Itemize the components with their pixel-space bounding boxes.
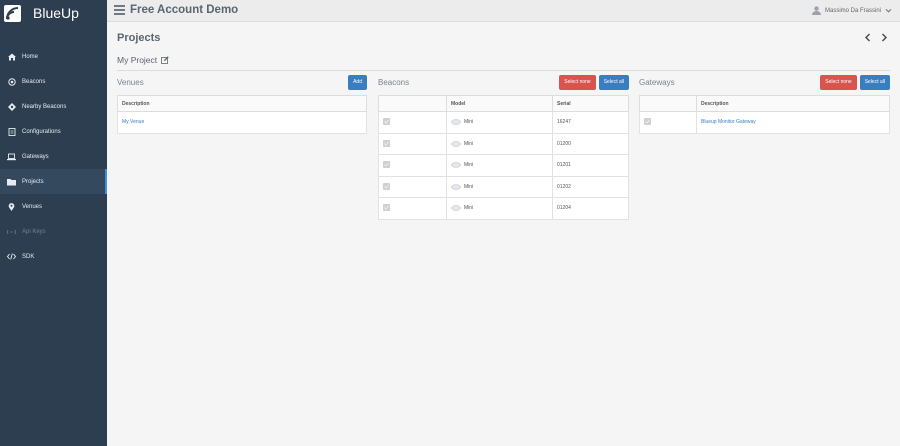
beacon-device-icon	[451, 184, 461, 190]
sidebar-item-label: Nearby Beacons	[22, 103, 67, 110]
table-row[interactable]: Mini 01201	[378, 154, 629, 177]
sidebar-item-gateways[interactable]: Gateways	[0, 144, 107, 169]
beacon-device-icon	[451, 141, 461, 147]
sidebar-item-label: Gateways	[22, 153, 49, 160]
column-header: Description	[117, 95, 367, 112]
row-checkbox[interactable]	[383, 118, 390, 126]
divider	[117, 70, 890, 71]
beacon-device-icon	[451, 162, 461, 168]
gateways-panel: Gateways Select none Select all Descript…	[639, 73, 890, 134]
top-bar: Free Account Demo Massimo Da Frassini	[107, 0, 900, 22]
column-header	[639, 95, 697, 112]
table-row[interactable]: Blueup Monitor Gateway	[639, 111, 890, 134]
hamburger-menu-icon[interactable]	[114, 5, 125, 16]
sidebar-item-home[interactable]: Home	[0, 44, 107, 69]
key-icon	[7, 227, 16, 236]
code-icon	[7, 252, 16, 261]
beacon-serial: 01200	[552, 132, 629, 155]
sidebar-item-sdk[interactable]: SDK	[0, 244, 107, 269]
blueup-logo-icon	[4, 4, 21, 22]
gateways-select-all-button[interactable]: Select all	[859, 74, 890, 90]
gateway-link[interactable]: Blueup Monitor Gateway	[701, 119, 756, 125]
beacons-select-none-button[interactable]: Select none	[559, 74, 596, 90]
sidebar-item-label: Home	[22, 53, 39, 60]
venues-title: Venues	[117, 77, 144, 87]
sidebar-item-label: Projects	[22, 178, 44, 185]
edit-icon[interactable]	[161, 56, 169, 64]
brand-name: BlueUp	[33, 5, 79, 21]
sidebar-item-label: Api Keys	[22, 228, 46, 235]
table-row[interactable]: Mini 16247	[378, 111, 629, 134]
gateways-table: Description Blueup Monitor Gateway	[639, 95, 890, 134]
table-row[interactable]: Mini 01204	[378, 197, 629, 220]
beacon-device-icon	[451, 119, 461, 125]
app-title: Free Account Demo	[130, 4, 239, 16]
column-header: Description	[696, 95, 890, 112]
beacon-device-icon	[451, 205, 461, 211]
venues-panel: Venues Add Description My Venue	[117, 73, 367, 134]
sidebar-item-label: Beacons	[22, 78, 46, 85]
sidebar-item-nearby-beacons[interactable]: Nearby Beacons	[0, 94, 107, 119]
sidebar-item-projects[interactable]: Projects	[0, 169, 107, 194]
beacon-serial: 16247	[552, 111, 629, 134]
sidebar-item-api-keys[interactable]: Api Keys	[0, 219, 107, 244]
chevron-right-icon[interactable]	[880, 33, 888, 42]
beacon-model: Mini	[464, 140, 474, 147]
beacons-select-all-button[interactable]: Select all	[598, 74, 629, 90]
row-checkbox[interactable]	[383, 204, 390, 212]
column-header	[378, 95, 447, 112]
table-row[interactable]: Mini 01200	[378, 132, 629, 155]
user-name: Massimo Da Frassini	[824, 7, 881, 14]
row-checkbox[interactable]	[383, 139, 390, 147]
venues-table: Description My Venue	[117, 95, 367, 134]
beacon-model: Mini	[464, 205, 474, 212]
beacons-table: Model Serial Mini 16247 Mini 01200 Mini …	[378, 95, 629, 220]
gateways-select-none-button[interactable]: Select none	[820, 74, 857, 90]
beacon-serial: 01204	[552, 197, 629, 220]
sidebar-item-beacons[interactable]: Beacons	[0, 69, 107, 94]
add-venue-button[interactable]: Add	[348, 74, 367, 90]
chevron-left-icon[interactable]	[864, 33, 872, 42]
sidebar-nav: Home Beacons Nearby Beacons Configuratio…	[0, 44, 107, 269]
beacons-title: Beacons	[378, 77, 410, 87]
nearby-icon	[7, 102, 16, 111]
user-menu[interactable]: Massimo Da Frassini	[811, 6, 892, 15]
row-checkbox[interactable]	[644, 118, 651, 126]
sidebar-item-label: Venues	[22, 203, 43, 210]
row-checkbox[interactable]	[383, 182, 390, 190]
home-icon	[7, 52, 16, 61]
table-row[interactable]: Mini 01202	[378, 175, 629, 198]
beacons-panel: Beacons Select none Select all Model Ser…	[378, 73, 629, 220]
gateways-title: Gateways	[639, 77, 675, 87]
venue-link[interactable]: My Venue	[122, 119, 144, 125]
beacon-icon	[7, 77, 16, 86]
map-pin-icon	[7, 202, 16, 211]
main-content: Projects My Project Venues Add Descripti…	[107, 23, 900, 446]
project-name-text: My Project	[117, 55, 158, 65]
user-avatar-icon	[811, 6, 821, 15]
beacon-model: Mini	[464, 162, 474, 169]
column-header: Serial	[552, 95, 629, 112]
folder-icon	[7, 177, 16, 186]
beacon-model: Mini	[464, 183, 474, 190]
beacon-serial: 01202	[552, 175, 629, 198]
sidebar-item-venues[interactable]: Venues	[0, 194, 107, 219]
sidebar-item-configurations[interactable]: Configurations	[0, 119, 107, 144]
sidebar-item-label: Configurations	[22, 128, 61, 135]
beacon-serial: 01201	[552, 154, 629, 177]
chevron-down-icon	[885, 8, 892, 13]
project-name: My Project	[117, 55, 169, 65]
pager	[864, 33, 888, 42]
column-header: Model	[446, 95, 553, 112]
configurations-icon	[7, 127, 16, 136]
row-checkbox[interactable]	[383, 161, 390, 169]
table-row[interactable]: My Venue	[117, 111, 367, 134]
page-title: Projects	[117, 32, 161, 44]
laptop-icon	[7, 152, 16, 161]
sidebar: BlueUp Home Beacons Nearby Beacons Confi…	[0, 0, 107, 446]
sidebar-item-label: SDK	[22, 253, 35, 260]
beacon-model: Mini	[464, 119, 474, 126]
brand[interactable]: BlueUp	[0, 2, 107, 24]
